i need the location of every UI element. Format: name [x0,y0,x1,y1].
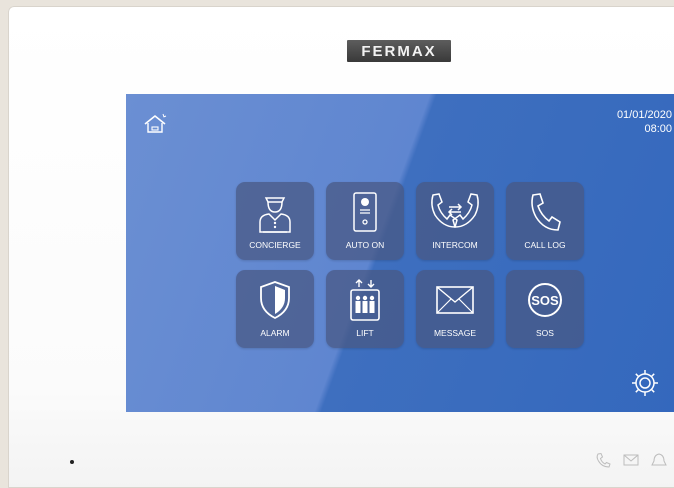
tile-message[interactable]: MESSAGE [416,270,494,348]
gear-icon[interactable] [630,368,660,398]
tile-label: INTERCOM [432,240,478,250]
call-log-icon [506,188,584,236]
indicator-dot [70,460,74,464]
tile-alarm[interactable]: ALARM [236,270,314,348]
touch-screen: 01/01/2020 08:00 CONCIERGE AUTO ON INTER… [126,94,674,412]
tile-sos[interactable]: SOS SOS [506,270,584,348]
bell-icon[interactable] [650,452,668,468]
tile-label: LIFT [356,328,374,338]
auto-on-icon [326,188,404,236]
concierge-icon [236,188,314,236]
phone-icon[interactable] [594,452,612,468]
sos-icon: SOS [506,276,584,324]
tile-call-log[interactable]: CALL LOG [506,182,584,260]
tile-concierge[interactable]: CONCIERGE [236,182,314,260]
tile-label: AUTO ON [345,240,385,250]
intercom-device: FERMAX 01/01/2020 08:00 CONCIERGE AUTO O… [8,6,674,488]
svg-text:SOS: SOS [531,293,559,308]
tile-label: MESSAGE [433,328,477,338]
brand-logo-text: FERMAX [361,42,437,60]
intercom-icon [416,188,494,236]
date-text: 01/01/2020 [616,109,672,121]
tile-label: ALARM [260,328,290,338]
tile-label: CALL LOG [524,240,566,250]
home-icon[interactable] [142,112,168,136]
time-text: 08:00 [644,123,672,135]
tile-label: SOS [536,328,554,338]
menu-grid: CONCIERGE AUTO ON INTERCOM CALL LOG ALAR… [236,182,586,350]
brand-logo: FERMAX [347,40,451,62]
envelope-icon[interactable] [622,452,640,468]
tile-intercom[interactable]: INTERCOM [416,182,494,260]
tile-lift[interactable]: LIFT [326,270,404,348]
message-icon [416,276,494,324]
tile-label: CONCIERGE [249,240,301,250]
alarm-shield-icon [236,276,314,324]
date-time: 01/01/2020 08:00 [617,108,672,136]
tile-auto-on[interactable]: AUTO ON [326,182,404,260]
lift-icon [326,276,404,324]
